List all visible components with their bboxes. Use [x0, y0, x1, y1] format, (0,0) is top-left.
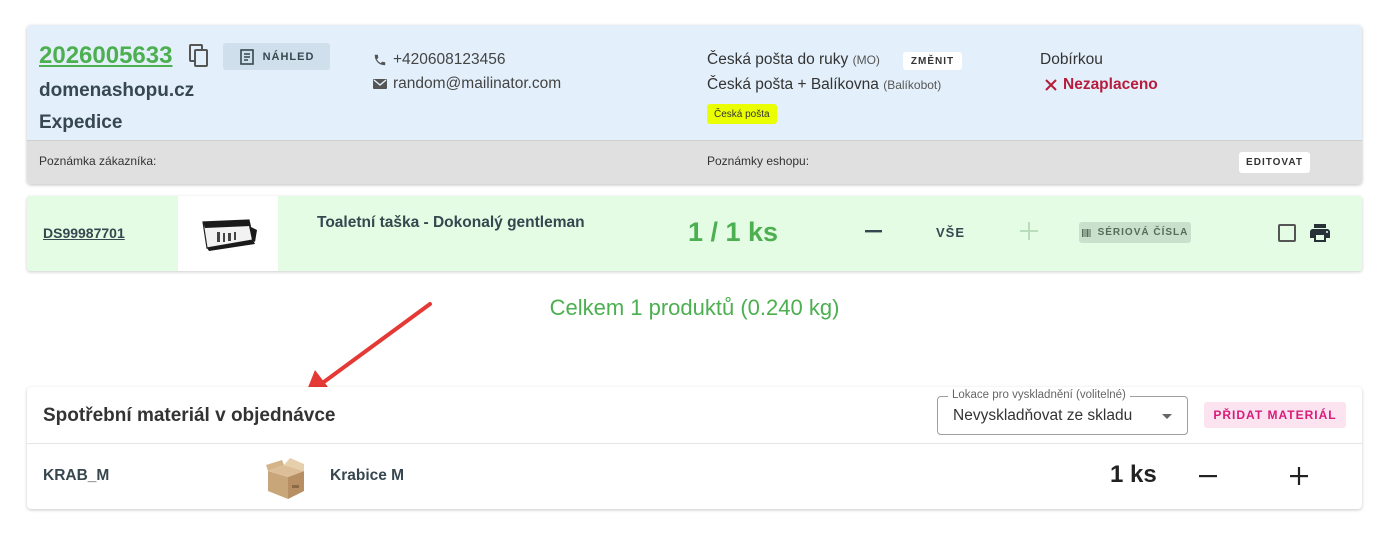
copy-icon[interactable] — [189, 44, 209, 68]
material-name: Krabice M — [330, 467, 405, 484]
location-select-label: Lokace pro vyskladnění (volitelné) — [948, 389, 1130, 401]
edit-notes-button[interactable]: EDITOVAT — [1239, 152, 1310, 173]
preview-label: NÁHLED — [262, 50, 315, 63]
pick-all-button[interactable]: VŠE — [936, 225, 965, 240]
notes-bar: Poznámka zákazníka: Poznámky eshopu: EDI… — [27, 140, 1362, 184]
serial-numbers-button[interactable]: SÉRIOVÁ ČÍSLA — [1079, 222, 1191, 243]
order-number-link[interactable]: 2026005633 — [39, 42, 172, 70]
change-shipping-button[interactable]: ZMĚNIT — [903, 52, 962, 70]
phone-icon — [374, 54, 386, 66]
close-icon — [1045, 79, 1057, 91]
location-select[interactable]: Lokace pro vyskladnění (volitelné) Nevys… — [937, 389, 1188, 435]
picked-quantity: 1 / 1 ks — [688, 217, 779, 247]
payment-status-label: Nezaplaceno — [1063, 76, 1158, 93]
barcode-icon — [1081, 228, 1091, 237]
shop-name: domenashopu.cz — [39, 80, 195, 101]
plus-icon — [1020, 222, 1038, 240]
preview-button[interactable]: NÁHLED — [223, 43, 330, 70]
shipping-1-name: Česká pošta do ruky — [707, 51, 849, 68]
minus-icon — [1199, 475, 1217, 478]
shipping-2-code: (Balíkobot) — [883, 78, 942, 92]
phone-value: +420608123456 — [393, 51, 506, 68]
product-row: DS99987701 Toaletní taška - Dokonalý gen… — [27, 196, 1362, 271]
shipping-method-primary: Česká pošta do ruky (MO) — [707, 51, 880, 69]
consumables-card: Spotřební materiál v objednávce Lokace p… — [27, 387, 1362, 509]
chevron-down-icon — [1162, 414, 1172, 419]
minus-icon — [865, 230, 882, 233]
serial-numbers-label: SÉRIOVÁ ČÍSLA — [1097, 227, 1189, 238]
shipping-2-name: Česká pošta + Balíkovna — [707, 76, 879, 93]
material-code: KRAB_M — [43, 467, 110, 484]
consumables-title: Spotřební materiál v objednávce — [43, 405, 336, 426]
payment-method: Dobírkou — [1040, 51, 1103, 68]
email-value: random@mailinator.com — [393, 75, 562, 92]
shipping-1-code: (MO) — [852, 53, 880, 67]
order-total-summary: Celkem 1 produktů (0.240 kg) — [0, 295, 1387, 321]
print-icon[interactable] — [1308, 221, 1332, 245]
increase-quantity-button[interactable] — [1017, 219, 1041, 243]
plus-icon — [1290, 467, 1308, 485]
product-select-checkbox[interactable] — [1278, 224, 1296, 242]
annotation-arrow-icon — [305, 302, 432, 395]
customer-note-label: Poznámka zákazníka: — [39, 154, 157, 168]
customer-email[interactable]: random@mailinator.com — [373, 75, 561, 93]
carrier-badge: Česká pošta — [707, 104, 777, 124]
add-material-button[interactable]: PŘIDAT MATERIÁL — [1204, 402, 1346, 428]
decrease-quantity-button[interactable] — [861, 219, 885, 243]
toiletry-bag-image — [202, 218, 257, 251]
material-increase-button[interactable] — [1287, 464, 1311, 488]
customer-phone[interactable]: +420608123456 — [373, 51, 506, 69]
location-select-value: Nevyskladňovat ze skladu — [953, 407, 1133, 424]
shop-note-label: Poznámky eshopu: — [707, 154, 810, 168]
payment-status: Nezaplaceno — [1044, 76, 1158, 94]
order-state: Expedice — [39, 112, 123, 133]
order-total-text: Celkem 1 produktů (0.240 kg) — [549, 295, 840, 320]
material-thumbnail — [264, 457, 306, 501]
shipping-method-secondary: Česká pošta + Balíkovna (Balíkobot) — [707, 76, 941, 94]
cardboard-box-image — [266, 458, 304, 499]
order-info-panel: 2026005633 NÁHLED domenashopu.cz Expedic… — [27, 25, 1362, 140]
material-quantity: 1 ks — [1110, 461, 1157, 488]
receipt-icon — [239, 48, 254, 65]
material-decrease-button[interactable] — [1196, 464, 1220, 488]
product-name: Toaletní taška - Dokonalý gentleman — [317, 214, 585, 231]
product-thumbnail — [178, 196, 278, 271]
order-header-card: 2026005633 NÁHLED domenashopu.cz Expedic… — [27, 25, 1362, 184]
mail-icon — [373, 79, 387, 89]
product-sku-link[interactable]: DS99987701 — [43, 225, 125, 241]
divider — [27, 443, 1362, 444]
